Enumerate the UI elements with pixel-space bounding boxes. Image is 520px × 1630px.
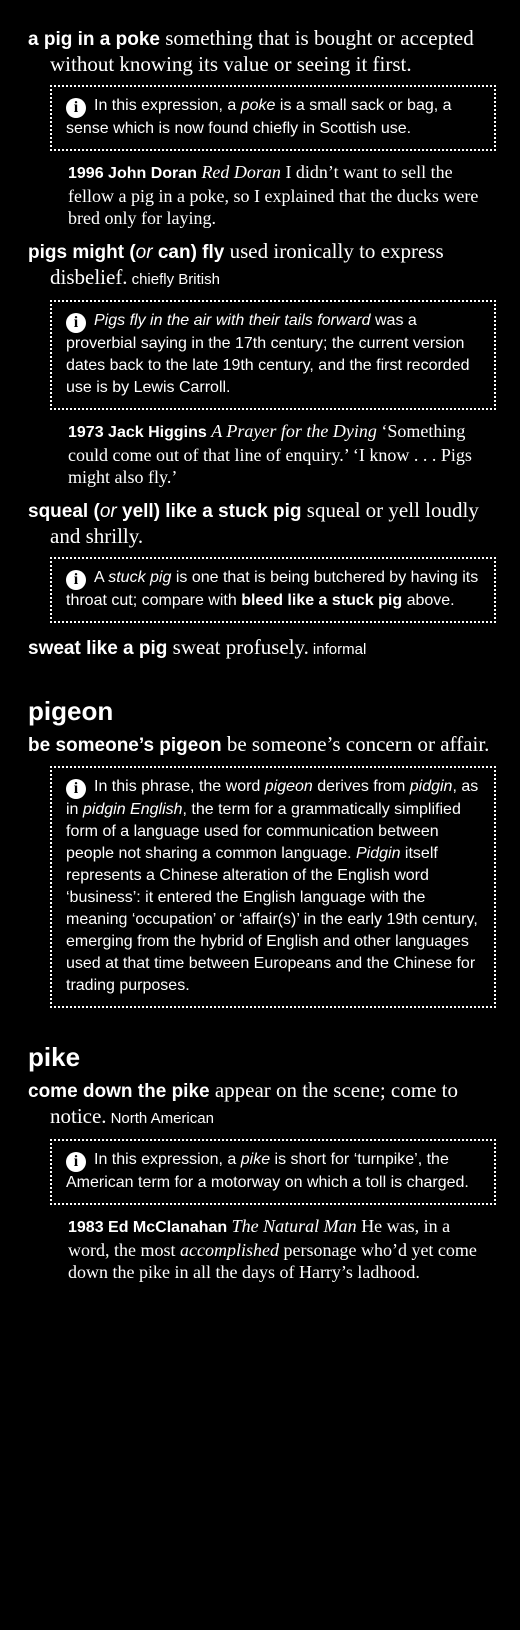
phrase: squeal (or yell) like a stuck pig [28, 501, 302, 522]
entry-be-someones-pigeon: be someone’s pigeon be someone’s concern… [28, 732, 498, 758]
usage-label: chiefly British [131, 271, 220, 288]
citation: 1973 Jack Higgins A Prayer for the Dying… [68, 420, 496, 488]
info-icon: i [66, 570, 86, 590]
phrase: be someone’s pigeon [28, 735, 222, 756]
headword-pigeon: pigeon [28, 696, 114, 726]
info-icon: i [66, 313, 86, 333]
entry-stuck-pig: squeal (or yell) like a stuck pig squeal… [28, 498, 498, 549]
info-icon: i [66, 1152, 86, 1172]
definition: be someone’s concern or affair. [226, 732, 490, 756]
phrase: come down the pike [28, 1081, 210, 1102]
citation-source: 1996 John Doran [68, 165, 197, 182]
citation-work: A Prayer for the Dying [211, 421, 377, 441]
citation: 1983 Ed McClanahan The Natural Man He wa… [68, 1216, 477, 1282]
citation-work: The Natural Man [231, 1216, 357, 1236]
usage-label: informal [312, 641, 367, 658]
note-box: i Pigs fly in the air with their tails fo… [50, 300, 496, 410]
entry-pigs-might-fly: pigs might (or can) fly used ironically … [28, 239, 498, 292]
info-icon: i [66, 98, 86, 118]
dictionary-page: a pig in a poke something that is bought… [0, 0, 520, 1630]
cross-reference: bleed like a stuck pig [241, 592, 403, 609]
usage-label: North American [110, 1110, 214, 1127]
citation-work: Red Doran [201, 162, 281, 182]
note-box: i In this phrase, the word pigeon derives… [50, 766, 496, 1008]
phrase: a pig in a poke [28, 29, 160, 50]
headword-pike: pike [28, 1042, 81, 1072]
phrase: sweat like a pig [28, 638, 168, 659]
citation-source: 1973 Jack Higgins [68, 424, 207, 441]
citation-source: 1983 Ed McClanahan [68, 1219, 228, 1236]
definition: sweat profusely. [172, 635, 309, 659]
info-icon: i [66, 779, 86, 799]
entry-pig-in-a-poke: a pig in a poke something that is bought… [28, 26, 498, 77]
entry-come-down-the-pike: come down the pike appear on the scene; … [28, 1078, 498, 1131]
note-box: i In this expression, a pike is short for… [50, 1139, 496, 1205]
citation: 1996 John Doran Red Doran I didn’t want … [68, 161, 496, 229]
entry-sweat-like-a-pig: sweat like a pig sweat profusely. informa… [28, 635, 498, 662]
note-box: i In this expression, a poke is a small s… [50, 85, 496, 151]
note-box: iA stuck pig is one that is being butche… [50, 557, 496, 623]
phrase: pigs might (or can) fly [28, 242, 225, 263]
